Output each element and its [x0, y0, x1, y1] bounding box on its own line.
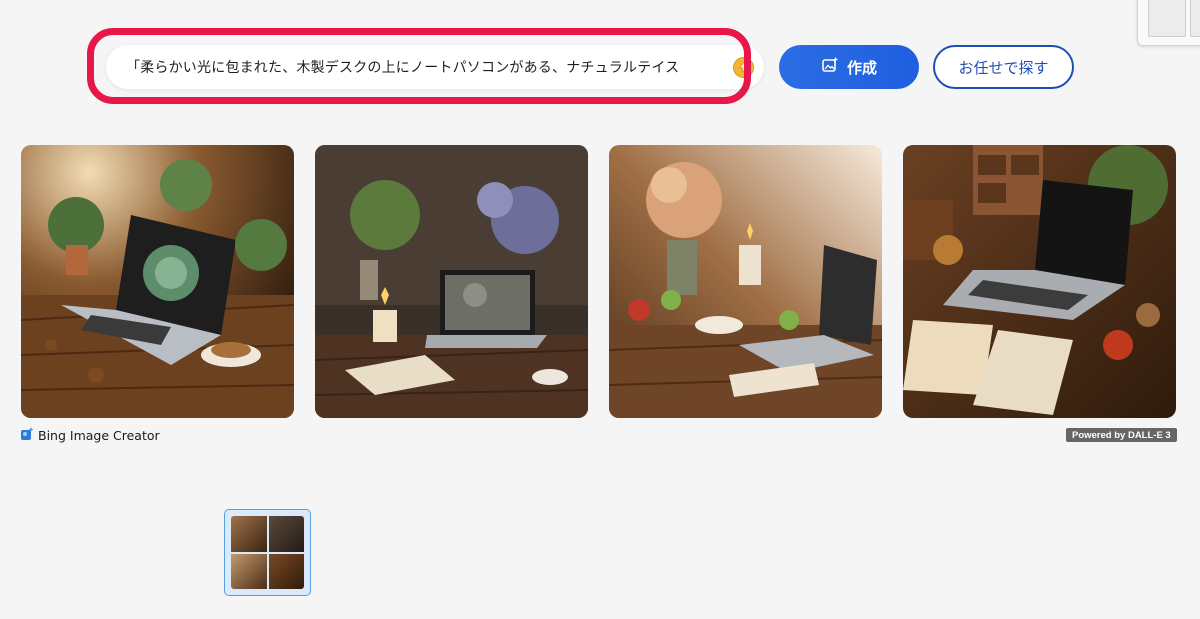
history-thumbnail[interactable]: [224, 509, 311, 596]
create-button[interactable]: 作成: [779, 45, 919, 89]
result-image-1[interactable]: [21, 145, 294, 418]
create-button-label: 作成: [846, 59, 877, 77]
bing-image-creator-label: Bing Image Creator: [21, 427, 160, 443]
brand-text: Bing Image Creator: [38, 427, 160, 443]
result-image-3[interactable]: [609, 145, 882, 418]
history-thumb-cell: [231, 516, 267, 552]
history-thumb-cell: [268, 516, 304, 552]
history-thumbnail-grid: [231, 516, 304, 589]
snap-pane-right[interactable]: [1190, 0, 1200, 37]
history-thumb-cell: [268, 553, 304, 589]
image-sparkle-icon: [821, 56, 839, 78]
result-image-4[interactable]: [903, 145, 1176, 418]
surprise-me-label: お任せで探す: [958, 59, 1049, 77]
history-thumb-cell: [231, 553, 267, 589]
result-image-2[interactable]: [315, 145, 588, 418]
surprise-me-button[interactable]: お任せで探す: [933, 45, 1074, 89]
prompt-highlight-box: [87, 28, 751, 104]
window-snap-layout: [1137, 0, 1200, 46]
powered-by-badge: Powered by DALL-E 3: [1066, 428, 1177, 442]
snap-pane-left[interactable]: [1148, 0, 1186, 37]
image-creator-page: 「柔らかい光に包まれた、木製デスクの上にノートパソコンがある、ナチュラルテイス …: [0, 0, 1200, 619]
bing-creator-icon: [21, 427, 34, 443]
